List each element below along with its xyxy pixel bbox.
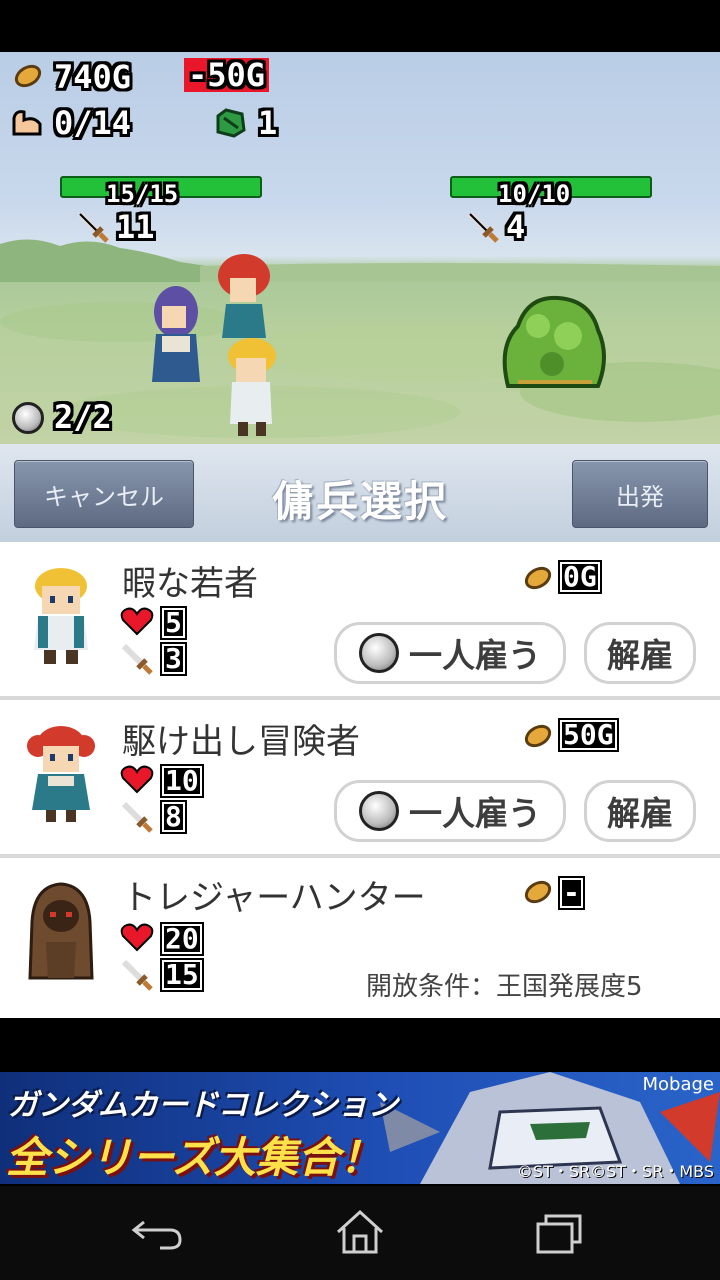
ally-hp: 15/15 [106, 180, 179, 208]
mercenary-avatar [34, 568, 88, 664]
hire-count: 2/2 [54, 398, 112, 436]
gold-amount: 740G [54, 58, 132, 96]
navigation-bar [0, 1186, 720, 1280]
heart-icon [120, 765, 154, 794]
helmet-icon [359, 791, 399, 831]
sword-icon [467, 211, 499, 243]
helmet-icon [12, 402, 44, 434]
mercenary-hp: 5 [160, 606, 187, 640]
hire-one-button[interactable]: 一人雇う [334, 780, 566, 842]
mercenary-hp: 20 [160, 922, 204, 956]
mercenary-name: 暇な若者 [122, 564, 258, 604]
gem-count: 1 [258, 104, 278, 142]
mercenary-attack: 15 [160, 958, 204, 992]
mercenary-cost: 0G [558, 560, 602, 594]
helmet-icon [359, 633, 399, 673]
ad-brand: Mobage [642, 1074, 715, 1095]
mercenary-name: トレジャーハンター [122, 878, 426, 918]
gem-icon [216, 108, 246, 138]
mercenary-avatar [27, 726, 95, 822]
mercenary-cost: 50G [558, 718, 619, 752]
hero-party-sprites [152, 254, 276, 436]
sword-icon [121, 643, 153, 675]
heart-icon [120, 923, 154, 952]
battle-scene: 740G -50G 0/14 1 15/15 11 10/10 4 2/2 [0, 52, 720, 444]
coin-icon [10, 60, 46, 92]
cancel-button[interactable]: キャンセル [14, 460, 194, 528]
ad-banner[interactable]: ガンダムカードコレクション 全シリーズ大集合！ Mobage ©ST・SR©ST… [0, 1072, 720, 1184]
ad-line1: ガンダムカードコレクション [8, 1088, 398, 1123]
enemy-attack: 4 [506, 208, 526, 246]
enemy-sprite [502, 295, 606, 388]
unlock-condition: 開放条件：王国発展度5 [366, 972, 643, 1002]
sword-icon [121, 801, 153, 833]
sword-icon [77, 211, 109, 243]
mercenary-attack: 8 [160, 800, 187, 834]
hire-one-label: 一人雇う [409, 636, 541, 675]
hire-one-button[interactable]: 一人雇う [334, 622, 566, 684]
mercenary-cost: - [558, 876, 585, 910]
sword-icon [121, 959, 153, 991]
arm-icon [12, 110, 42, 136]
party-count: 0/14 [54, 104, 132, 142]
mercenary-attack: 3 [160, 642, 187, 676]
recents-icon[interactable] [534, 1212, 584, 1256]
heart-icon [120, 607, 154, 636]
dismiss-button[interactable]: 解雇 [584, 622, 696, 684]
ally-attack: 11 [116, 208, 155, 246]
mercenary-avatar [28, 882, 94, 980]
depart-button[interactable]: 出発 [572, 460, 708, 528]
ad-line2: 全シリーズ大集合！ [6, 1133, 382, 1182]
ad-copyright: ©ST・SR©ST・SR・MBS [516, 1162, 714, 1181]
hire-one-label: 一人雇う [409, 794, 541, 833]
dismiss-button[interactable]: 解雇 [584, 780, 696, 842]
page-title: 傭兵選択 [271, 477, 448, 526]
mercenary-hp: 10 [160, 764, 204, 798]
gold-delta: -50G [184, 58, 270, 92]
enemy-hp: 10/10 [498, 180, 571, 208]
mercenary-name: 駆け出し冒険者 [122, 722, 360, 762]
back-icon[interactable] [130, 1212, 190, 1252]
home-icon[interactable] [334, 1208, 386, 1256]
